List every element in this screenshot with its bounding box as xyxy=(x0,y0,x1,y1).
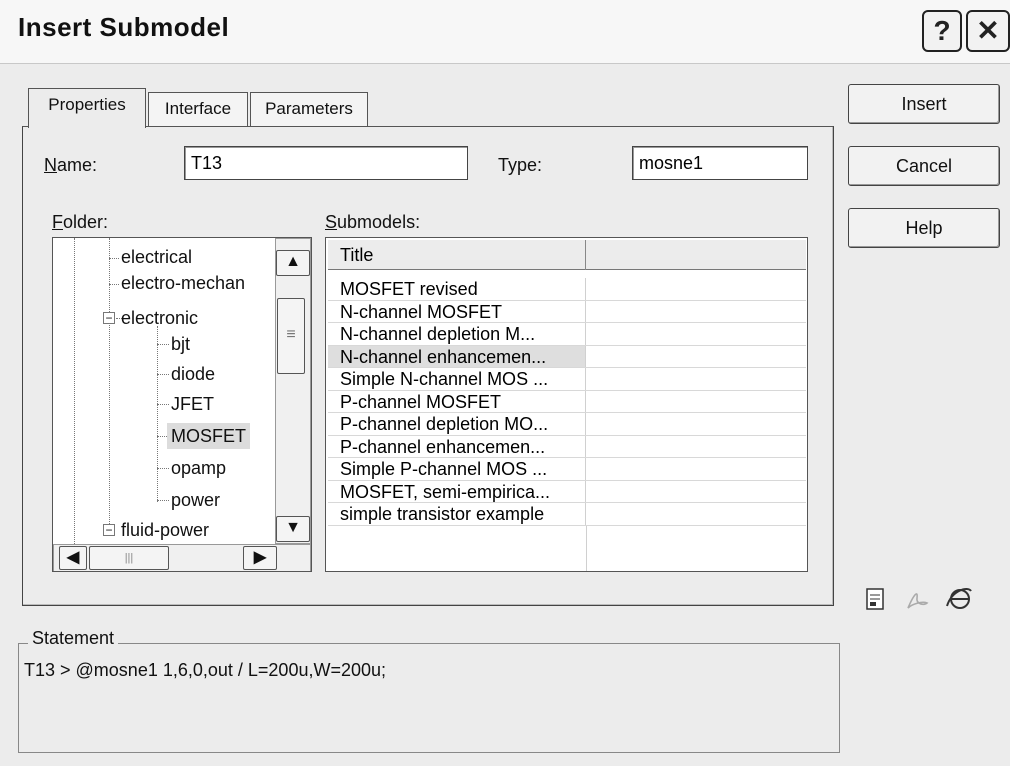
type-input[interactable]: mosne1 xyxy=(632,146,808,180)
tree-item-electrical[interactable]: electrical xyxy=(121,244,192,270)
tree-guide-line xyxy=(157,326,158,502)
statement-text: T13 > @mosne1 1,6,0,out / L=200u,W=200u; xyxy=(24,660,387,680)
column-header-title[interactable]: Title xyxy=(328,240,586,270)
tab-parameters[interactable]: Parameters xyxy=(250,92,368,126)
scroll-up-icon[interactable]: ▲ xyxy=(276,250,310,276)
tree-item-electro-mechan[interactable]: electro-mechan xyxy=(121,270,245,296)
name-label: Name: xyxy=(44,155,98,175)
folder-tree[interactable]: electrical electro-mechan − electronic b… xyxy=(52,237,312,572)
tree-guide-line xyxy=(109,238,110,528)
table-row[interactable]: P-channel depletion MO... xyxy=(328,413,806,436)
collapse-icon[interactable]: − xyxy=(103,312,115,324)
table-row[interactable]: MOSFET revised xyxy=(328,278,806,301)
tab-properties[interactable]: Properties xyxy=(28,88,146,128)
cancel-button[interactable]: Cancel xyxy=(848,146,1000,186)
tree-branch xyxy=(157,404,169,405)
table-row[interactable]: Simple N-channel MOS ... xyxy=(328,368,806,391)
table-header: Title xyxy=(328,240,806,270)
insert-button[interactable]: Insert xyxy=(848,84,1000,124)
tree-branch xyxy=(109,258,119,259)
tree-item-bjt[interactable]: bjt xyxy=(171,331,190,357)
scroll-left-icon[interactable]: ◀ xyxy=(59,546,87,570)
tab-interface[interactable]: Interface xyxy=(148,92,248,126)
tree-branch xyxy=(109,284,119,285)
scroll-thumb[interactable]: ≡ xyxy=(277,298,305,374)
tree-item-electronic[interactable]: electronic xyxy=(121,305,198,331)
folder-label: Folder: xyxy=(52,212,109,232)
help-title-button[interactable]: ? xyxy=(922,10,962,52)
table-row[interactable]: simple transistor example xyxy=(328,503,806,526)
statement-legend: Statement xyxy=(28,628,119,649)
table-row[interactable]: Simple P-channel MOS ... xyxy=(328,458,806,481)
document-icon[interactable] xyxy=(862,586,888,612)
help-button[interactable]: Help xyxy=(848,208,1000,248)
table-empty-area xyxy=(328,526,806,571)
table-row[interactable]: P-channel MOSFET xyxy=(328,390,806,413)
browser-icon[interactable] xyxy=(944,584,974,614)
submodels-label: Submodels: xyxy=(325,212,421,232)
type-label: Type: xyxy=(498,155,543,175)
scroll-down-icon[interactable]: ▼ xyxy=(276,516,310,542)
table-row[interactable]: MOSFET, semi-empirica... xyxy=(328,480,806,503)
window-title: Insert Submodel xyxy=(18,12,230,42)
collapse-icon[interactable]: − xyxy=(103,524,115,536)
tree-item-jfet[interactable]: JFET xyxy=(171,391,214,417)
tree-item-power[interactable]: power xyxy=(171,487,220,513)
tree-branch xyxy=(157,344,169,345)
close-button[interactable]: ✕ xyxy=(966,10,1010,52)
submodels-table[interactable]: Title MOSFET revised N-channel MOSFET N-… xyxy=(325,237,808,572)
tree-guide-line xyxy=(74,238,75,548)
table-row[interactable]: P-channel enhancemen... xyxy=(328,435,806,458)
tree-item-mosfet[interactable]: MOSFET xyxy=(167,423,250,449)
tree-vertical-scrollbar[interactable] xyxy=(275,238,311,544)
table-row[interactable]: N-channel MOSFET xyxy=(328,300,806,323)
scroll-right-icon[interactable]: ▶ xyxy=(243,546,277,570)
acrobat-icon[interactable] xyxy=(904,586,930,612)
tree-item-fluid-power[interactable]: fluid-power xyxy=(121,517,209,543)
tree-branch xyxy=(157,500,169,501)
table-row[interactable]: N-channel depletion M... xyxy=(328,323,806,346)
table-row-selected[interactable]: N-channel enhancemen... xyxy=(328,345,806,368)
tree-item-diode[interactable]: diode xyxy=(171,361,215,387)
tree-item-opamp[interactable]: opamp xyxy=(171,455,226,481)
tree-branch xyxy=(157,374,169,375)
scroll-h-thumb[interactable]: ||| xyxy=(89,546,169,570)
name-input[interactable]: T13 xyxy=(184,146,468,180)
tree-branch xyxy=(157,468,169,469)
